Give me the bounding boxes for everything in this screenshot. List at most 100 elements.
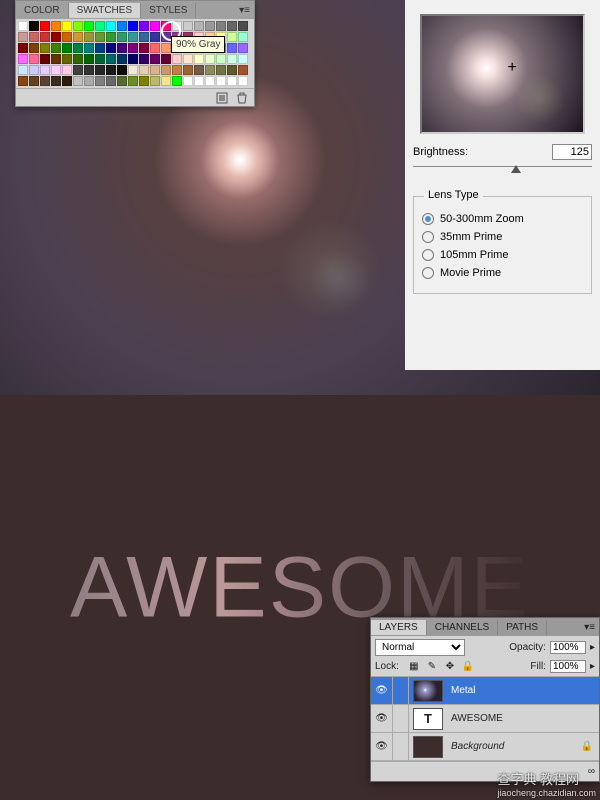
swatch-cell[interactable] [216,76,226,86]
swatch-cell[interactable] [139,32,149,42]
slider-thumb-icon[interactable] [511,165,521,173]
swatch-cell[interactable] [95,54,105,64]
swatch-cell[interactable] [216,54,226,64]
swatch-cell[interactable] [238,65,248,75]
layer-thumbnail[interactable] [413,680,443,702]
swatch-cell[interactable] [128,32,138,42]
link-col[interactable] [393,733,409,760]
swatch-cell[interactable] [51,43,61,53]
swatch-cell[interactable] [51,32,61,42]
swatch-cell[interactable] [238,43,248,53]
radio-50-300mm[interactable]: 50-300mm Zoom [422,213,583,225]
swatch-cell[interactable] [238,76,248,86]
lock-all-icon[interactable]: 🔒 [461,659,475,673]
swatch-cell[interactable] [18,32,28,42]
swatch-cell[interactable] [128,21,138,31]
new-swatch-icon[interactable] [216,92,228,104]
swatch-cell[interactable] [95,65,105,75]
swatch-cell[interactable] [161,65,171,75]
swatch-cell[interactable] [150,65,160,75]
swatch-cell[interactable] [150,43,160,53]
swatch-cell[interactable] [194,21,204,31]
dropdown-arrow-icon[interactable]: ▸ [590,661,595,672]
swatch-cell[interactable] [62,54,72,64]
swatch-cell[interactable] [95,43,105,53]
swatch-cell[interactable] [238,32,248,42]
lock-transparency-icon[interactable]: ▦ [407,659,421,673]
link-col[interactable] [393,677,409,704]
swatch-cell[interactable] [40,54,50,64]
dropdown-arrow-icon[interactable]: ▸ [590,642,595,653]
swatch-cell[interactable] [62,21,72,31]
link-col[interactable] [393,705,409,732]
swatch-cell[interactable] [73,54,83,64]
lock-position-icon[interactable]: ✥ [443,659,457,673]
layer-name[interactable]: AWESOME [447,713,599,724]
swatch-cell[interactable] [73,21,83,31]
swatch-cell[interactable] [18,65,28,75]
visibility-toggle[interactable]: 👁 [371,705,393,732]
brightness-input[interactable] [552,144,592,160]
layer-thumbnail[interactable]: T [413,708,443,730]
swatch-cell[interactable] [183,54,193,64]
swatch-cell[interactable] [51,54,61,64]
swatch-cell[interactable] [117,76,127,86]
layer-thumbnail[interactable] [413,736,443,758]
swatch-cell[interactable] [172,76,182,86]
swatch-cell[interactable] [150,21,160,31]
swatch-cell[interactable] [106,54,116,64]
swatch-cell[interactable] [117,32,127,42]
swatch-cell[interactable] [227,54,237,64]
swatch-cell[interactable] [106,32,116,42]
swatch-cell[interactable] [106,21,116,31]
swatch-cell[interactable] [117,65,127,75]
tab-channels[interactable]: CHANNELS [427,620,498,635]
swatch-cell[interactable] [40,76,50,86]
swatch-cell[interactable] [18,43,28,53]
swatch-cell[interactable] [40,43,50,53]
swatch-cell[interactable] [62,76,72,86]
swatch-cell[interactable] [51,76,61,86]
swatch-cell[interactable] [150,54,160,64]
swatch-cell[interactable] [183,65,193,75]
swatch-cell[interactable] [205,21,215,31]
tab-paths[interactable]: PATHS [498,620,547,635]
swatch-cell[interactable] [238,54,248,64]
swatch-cell[interactable] [84,43,94,53]
swatch-cell[interactable] [150,32,160,42]
swatch-cell[interactable] [117,54,127,64]
swatch-cell[interactable] [227,65,237,75]
swatch-cell[interactable] [73,76,83,86]
swatch-cell[interactable] [172,65,182,75]
opacity-input[interactable] [550,641,586,654]
layer-name[interactable]: Background [447,741,581,752]
swatch-cell[interactable] [62,32,72,42]
swatch-cell[interactable] [40,21,50,31]
tab-layers[interactable]: LAYERS [371,620,427,635]
layer-row-awesome[interactable]: 👁 T AWESOME [371,705,599,733]
swatch-cell[interactable] [194,76,204,86]
swatch-cell[interactable] [84,65,94,75]
swatch-cell[interactable] [227,76,237,86]
panel-menu-icon[interactable]: ▾≡ [580,622,599,633]
swatch-cell[interactable] [18,54,28,64]
tab-swatches[interactable]: SWATCHES [69,3,142,18]
swatch-cell[interactable] [18,21,28,31]
swatch-cell[interactable] [139,43,149,53]
swatch-cell[interactable] [194,54,204,64]
swatch-cell[interactable] [161,43,171,53]
radio-movie-prime[interactable]: Movie Prime [422,267,583,279]
swatch-cell[interactable] [161,76,171,86]
swatch-cell[interactable] [227,21,237,31]
delete-swatch-icon[interactable] [236,92,248,104]
swatch-cell[interactable] [238,21,248,31]
tab-styles[interactable]: STYLES [141,3,196,18]
panel-menu-icon[interactable]: ▾≡ [235,5,254,16]
swatch-cell[interactable] [205,76,215,86]
swatch-cell[interactable] [183,21,193,31]
swatch-cell[interactable] [29,32,39,42]
swatch-cell[interactable] [205,65,215,75]
swatch-cell[interactable] [227,43,237,53]
swatch-cell[interactable] [18,76,28,86]
swatch-cell[interactable] [117,21,127,31]
